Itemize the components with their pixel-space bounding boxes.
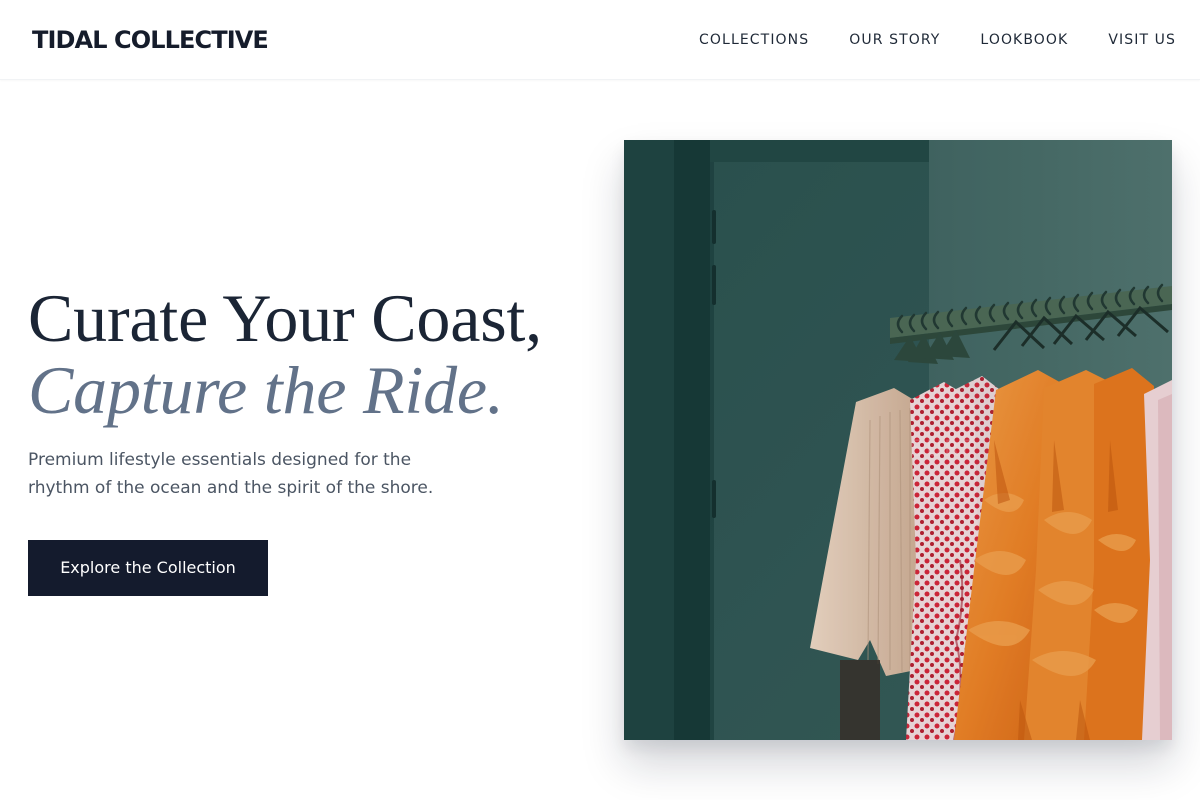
headline-line-1: Curate Your Coast, — [28, 280, 542, 356]
hero-image: SURF — [624, 140, 1172, 740]
nav-link-lookbook[interactable]: LOOKBOOK — [980, 29, 1068, 51]
explore-collection-button[interactable]: Explore the Collection — [28, 540, 268, 596]
brand-logo[interactable]: TIDAL COLLECTIVE — [32, 24, 269, 56]
hero-headline: Curate Your Coast, Capture the Ride. — [28, 282, 598, 426]
nav-link-our-story[interactable]: OUR STORY — [849, 29, 940, 51]
hero-subcopy: Premium lifestyle essentials designed fo… — [28, 450, 434, 498]
nav-link-visit-us[interactable]: VISIT US — [1108, 29, 1176, 51]
clothing-rack-photo: SURF — [624, 140, 1172, 740]
site-header: TIDAL COLLECTIVE COLLECTIONS OUR STORY L… — [0, 0, 1200, 80]
hero-copy: Curate Your Coast, Capture the Ride. Pre… — [28, 282, 598, 502]
main-nav: COLLECTIONS OUR STORY LOOKBOOK VISIT US — [699, 29, 1176, 51]
headline-line-2: Capture the Ride. — [28, 352, 504, 428]
nav-link-collections[interactable]: COLLECTIONS — [699, 29, 809, 51]
